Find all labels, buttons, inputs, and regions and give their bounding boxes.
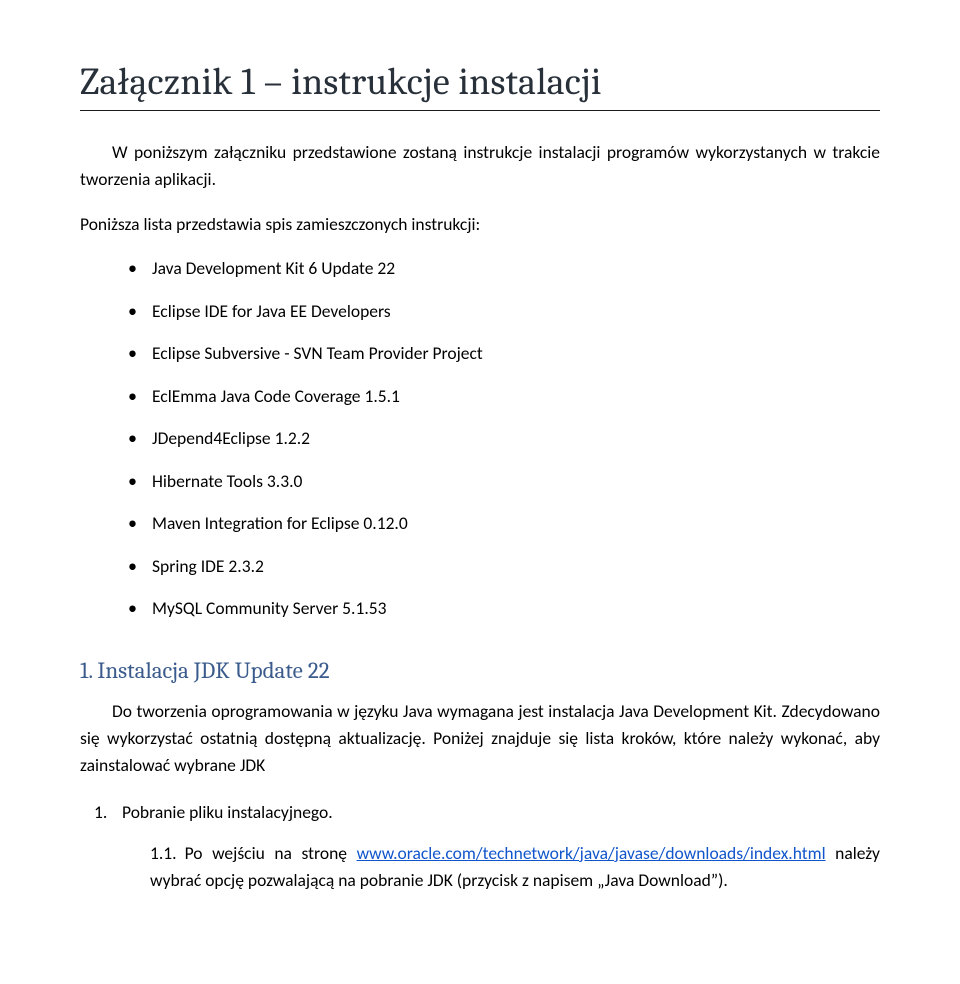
section1-paragraph: Do tworzenia oprogramowania w języku Jav… [80,698,880,779]
substep-text-a: Po wejściu na stronę [185,842,357,864]
substep-number: 1.1. [150,842,177,864]
list-item: EclEmma Java Code Coverage 1.5.1 [128,384,880,409]
substep: 1.1. Po wejściu na stronę www.oracle.com/… [150,840,880,894]
list-item: MySQL Community Server 5.1.53 [128,596,880,621]
intro-paragraph-2: Poniższa lista przedstawia spis zamieszc… [80,211,880,238]
list-item: Eclipse Subversive - SVN Team Provider P… [128,341,880,366]
intro-paragraph-1: W poniższym załączniku przedstawione zos… [80,139,880,193]
list-item: JDepend4Eclipse 1.2.2 [128,426,880,451]
section-heading-1: 1. Instalacja JDK Update 22 [80,657,880,684]
download-link[interactable]: www.oracle.com/technetwork/java/javase/d… [357,842,826,864]
step-item: Pobranie pliku instalacyjnego. 1.1. Po we… [102,799,880,894]
list-item: Spring IDE 2.3.2 [128,554,880,579]
page-title: Załącznik 1 – instrukcje instalacji [80,60,880,104]
list-item: Eclipse IDE for Java EE Developers [128,299,880,324]
list-item: Java Development Kit 6 Update 22 [128,256,880,281]
title-divider [80,110,880,111]
instruction-list: Java Development Kit 6 Update 22 Eclipse… [80,256,880,621]
steps-list: Pobranie pliku instalacyjnego. 1.1. Po we… [80,799,880,894]
list-item: Hibernate Tools 3.3.0 [128,469,880,494]
list-item: Maven Integration for Eclipse 0.12.0 [128,511,880,536]
step-text: Pobranie pliku instalacyjnego. [122,801,333,823]
